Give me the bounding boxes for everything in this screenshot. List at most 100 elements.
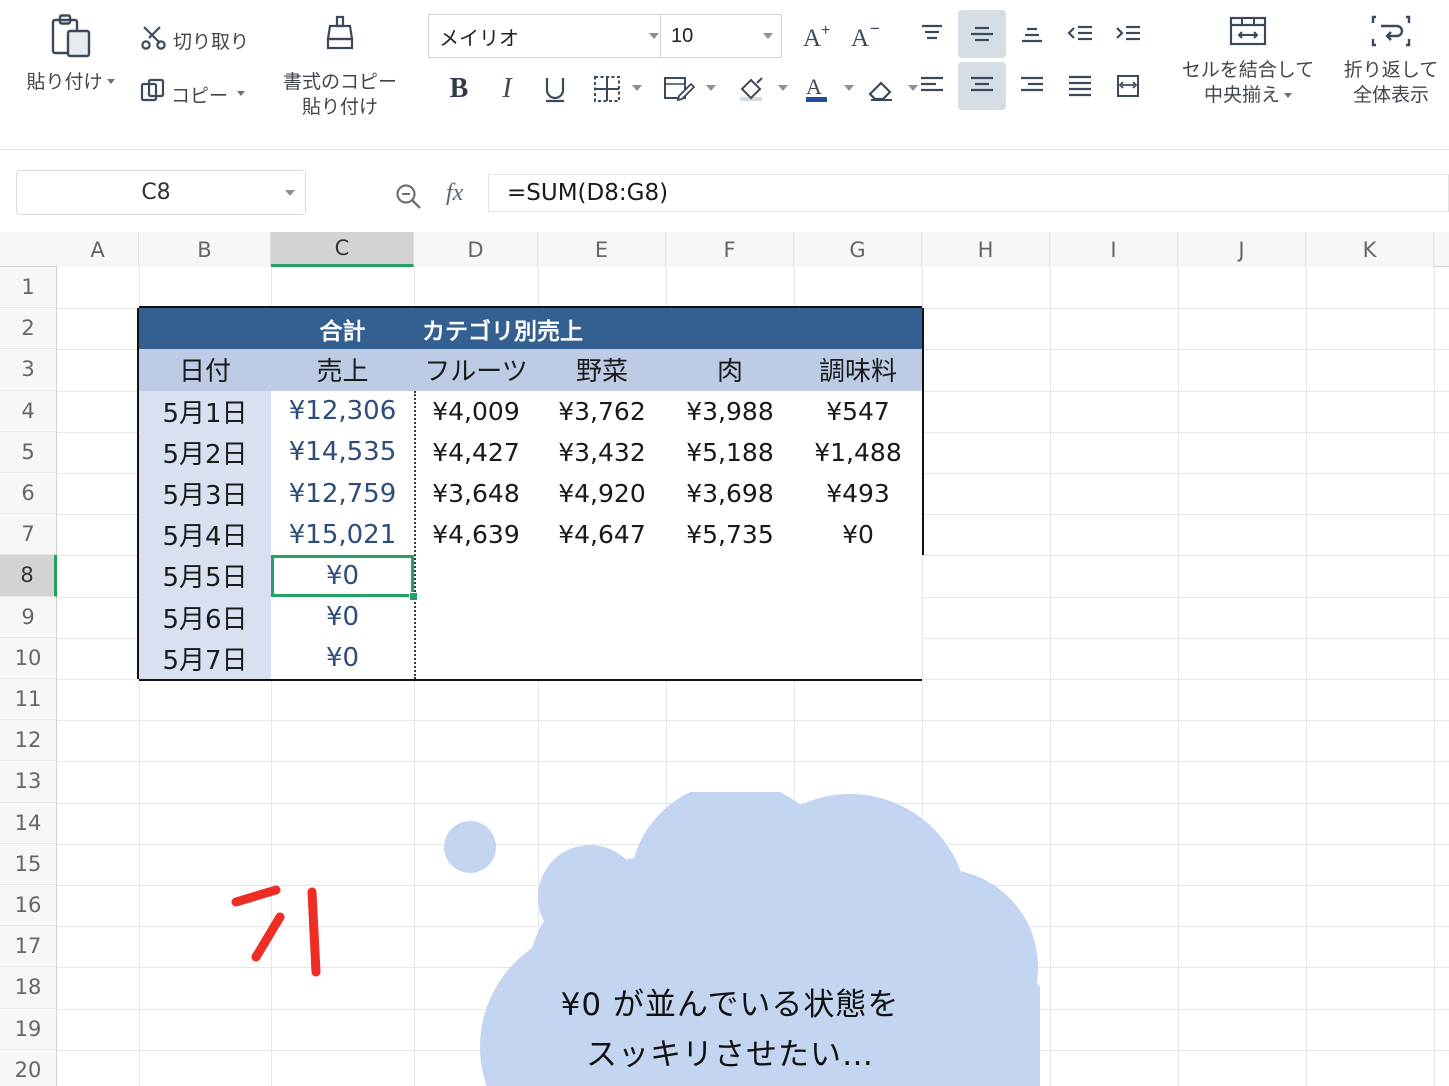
decrease-font-size-button[interactable]: A − (846, 16, 888, 56)
banner-category-label[interactable]: カテゴリ別売上 (414, 308, 922, 350)
chevron-down-icon[interactable] (1284, 92, 1292, 98)
table-cell-r7-seasoning[interactable]: ¥0 (794, 514, 922, 556)
table-column-header-1[interactable]: 日付 (139, 349, 271, 391)
align-middle-button[interactable] (958, 10, 1006, 58)
align-right-button[interactable] (1010, 64, 1054, 108)
table-cell-r9-total[interactable]: ¥0 (271, 596, 414, 638)
formula-input[interactable]: =SUM(D8:G8) (488, 174, 1449, 212)
column-header-I[interactable]: I (1050, 232, 1178, 267)
table-cell-r10-meat[interactable] (666, 637, 794, 679)
row-header-10[interactable]: 10 (0, 637, 57, 679)
fill-handle[interactable] (409, 591, 418, 601)
borders-button[interactable] (586, 68, 628, 110)
row-header-19[interactable]: 19 (0, 1008, 57, 1050)
table-cell-r6-fruit[interactable]: ¥3,648 (414, 473, 538, 515)
merge-and-center-button[interactable]: セルを結合して 中央揃え (1168, 14, 1328, 108)
table-cell-r10-fruit[interactable] (414, 637, 538, 679)
table-cell-r6-seasoning[interactable]: ¥493 (794, 473, 922, 515)
name-box[interactable]: C8 (16, 170, 306, 215)
table-cell-r10-seasoning[interactable] (794, 637, 922, 679)
table-cell-r8-fruit[interactable] (414, 555, 538, 597)
row-header-13[interactable]: 13 (0, 761, 57, 803)
table-cell-r9-seasoning[interactable] (794, 596, 922, 638)
banner-total-label[interactable]: 合計 (271, 308, 414, 350)
table-cell-r4-date[interactable]: 5月1日 (139, 390, 271, 432)
table-cell-r8-meat[interactable] (666, 555, 794, 597)
bold-button[interactable]: B (438, 68, 480, 110)
row-header-15[interactable]: 15 (0, 843, 57, 885)
table-cell-r10-vegetable[interactable] (538, 637, 666, 679)
format-painter-button[interactable]: 書式のコピー 貼り付け (270, 14, 410, 120)
fill-color-button[interactable] (730, 68, 772, 110)
increase-font-size-button[interactable]: A + (798, 16, 840, 56)
font-name-select[interactable]: メイリオ (428, 14, 668, 58)
align-center-button[interactable] (958, 62, 1006, 110)
cell-styles-button[interactable] (658, 68, 700, 110)
table-cell-r6-meat[interactable]: ¥3,698 (666, 473, 794, 515)
clear-formatting-button[interactable] (860, 68, 902, 110)
row-header-16[interactable]: 16 (0, 885, 57, 927)
column-header-D[interactable]: D (414, 232, 538, 267)
column-header-F[interactable]: F (666, 232, 794, 267)
column-header-H[interactable]: H (922, 232, 1050, 267)
row-header-1[interactable]: 1 (0, 267, 57, 309)
table-cell-r5-seasoning[interactable]: ¥1,488 (794, 431, 922, 473)
chevron-down-icon[interactable] (106, 79, 115, 85)
underline-button[interactable] (534, 68, 576, 110)
column-header-K[interactable]: K (1306, 232, 1434, 267)
table-cell-r8-total[interactable]: ¥0 (271, 555, 414, 597)
chevron-down-icon[interactable] (763, 33, 773, 39)
chevron-down-icon[interactable] (237, 90, 246, 96)
row-header-7[interactable]: 7 (0, 514, 57, 556)
align-left-button[interactable] (910, 64, 954, 108)
font-color-button[interactable]: A (796, 68, 838, 110)
copy-button[interactable]: コピー (140, 78, 246, 110)
table-cell-r4-meat[interactable]: ¥3,988 (666, 390, 794, 432)
table-cell-r9-vegetable[interactable] (538, 596, 666, 638)
chevron-down-icon[interactable] (778, 85, 788, 91)
table-cell-r10-total[interactable]: ¥0 (271, 637, 414, 679)
table-column-header-4[interactable]: 野菜 (538, 349, 666, 391)
table-cell-r6-vegetable[interactable]: ¥4,920 (538, 473, 666, 515)
row-header-8[interactable]: 8 (0, 555, 57, 597)
table-cell-r4-vegetable[interactable]: ¥3,762 (538, 390, 666, 432)
table-column-header-6[interactable]: 調味料 (794, 349, 922, 391)
chevron-down-icon[interactable] (706, 85, 716, 91)
table-column-header-2[interactable]: 売上 (271, 349, 414, 391)
align-bottom-button[interactable] (1010, 12, 1054, 56)
row-header-3[interactable]: 3 (0, 349, 57, 391)
table-cell-r7-meat[interactable]: ¥5,735 (666, 514, 794, 556)
table-cell-r5-fruit[interactable]: ¥4,427 (414, 431, 538, 473)
column-header-C[interactable]: C (271, 232, 414, 267)
increase-indent-button[interactable] (1106, 12, 1150, 56)
cut-button[interactable]: 切り取り (140, 24, 249, 56)
italic-button[interactable]: I (486, 68, 528, 110)
paste-button[interactable]: 貼り付け (18, 14, 123, 95)
decrease-indent-button[interactable] (1058, 12, 1102, 56)
zoom-icon[interactable] (394, 182, 424, 217)
column-header-B[interactable]: B (139, 232, 271, 267)
column-header-A[interactable]: A (57, 232, 139, 267)
chevron-down-icon[interactable] (649, 33, 659, 39)
row-header-4[interactable]: 4 (0, 390, 57, 432)
column-header-G[interactable]: G (794, 232, 922, 267)
table-cell-r7-fruit[interactable]: ¥4,639 (414, 514, 538, 556)
table-cell-r7-total[interactable]: ¥15,021 (271, 514, 414, 556)
row-header-6[interactable]: 6 (0, 473, 57, 515)
table-column-header-5[interactable]: 肉 (666, 349, 794, 391)
table-cell-r7-vegetable[interactable]: ¥4,647 (538, 514, 666, 556)
distributed-align-button[interactable] (1106, 64, 1150, 108)
table-cell-r9-meat[interactable] (666, 596, 794, 638)
row-header-17[interactable]: 17 (0, 926, 57, 968)
table-cell-r8-date[interactable]: 5月5日 (139, 555, 271, 597)
table-cell-r10-date[interactable]: 5月7日 (139, 637, 271, 679)
row-header-12[interactable]: 12 (0, 720, 57, 762)
row-header-5[interactable]: 5 (0, 431, 57, 473)
justify-button[interactable] (1058, 64, 1102, 108)
chevron-down-icon[interactable] (285, 189, 295, 196)
chevron-down-icon[interactable] (844, 85, 854, 91)
table-cell-r4-fruit[interactable]: ¥4,009 (414, 390, 538, 432)
table-cell-r8-vegetable[interactable] (538, 555, 666, 597)
row-header-9[interactable]: 9 (0, 596, 57, 638)
table-cell-r6-total[interactable]: ¥12,759 (271, 473, 414, 515)
